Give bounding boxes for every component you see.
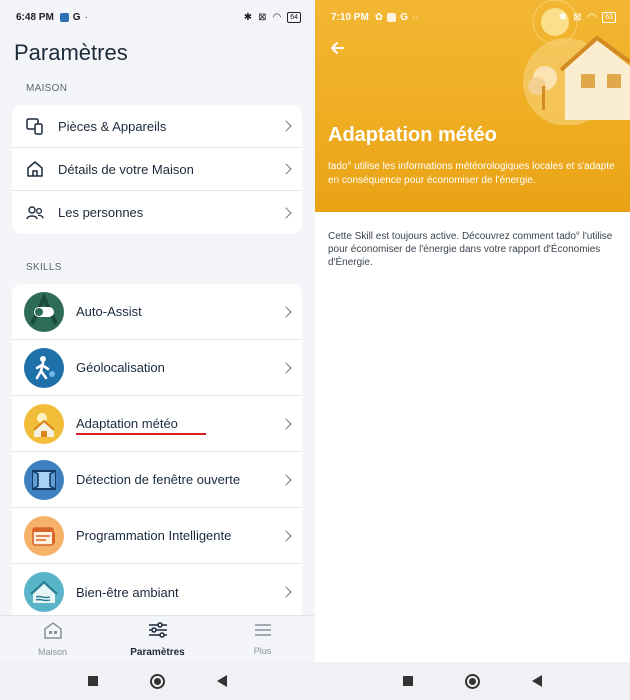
house-icon: [24, 158, 46, 180]
chevron-right-icon: [280, 361, 292, 374]
skill-label: Géolocalisation: [76, 360, 165, 375]
app-notification-icon: [59, 12, 69, 22]
weather-adaptation-icon: [24, 403, 64, 444]
house-tab-icon: [43, 621, 63, 644]
skill-item-auto-assist[interactable]: Auto-Assist: [12, 284, 302, 340]
chevron-right-icon: [280, 305, 292, 318]
skill-label: Auto-Assist: [76, 304, 142, 319]
open-window-icon: [24, 459, 64, 500]
chevron-right-icon: [280, 206, 292, 219]
skill-label: Bien-être ambiant: [76, 584, 179, 600]
home-button[interactable]: [150, 673, 165, 689]
status-notification-icons: G ·: [59, 11, 88, 23]
tab-label: Paramètres: [130, 646, 185, 658]
geolocation-icon: [24, 347, 64, 388]
chevron-right-icon: [280, 473, 292, 486]
tab-label: Maison: [37, 647, 67, 657]
status-system-icons: ✱ ⊠ ◠ 64: [243, 11, 301, 23]
skill-label: Adaptation météo: [76, 416, 178, 431]
people-icon: [24, 202, 46, 224]
maison-item-label: Détails de votre Maison: [58, 161, 194, 177]
status-bar: 6:48 PM G · ✱ ⊠ ◠ 64: [0, 0, 315, 34]
more-dots-icon: ··: [411, 11, 419, 23]
maison-item-label: Pièces & Appareils: [58, 118, 167, 134]
battery-icon: 63: [602, 11, 616, 23]
maison-item-label: Les personnes: [58, 205, 144, 220]
auto-assist-icon: [24, 291, 64, 332]
back-button[interactable]: [217, 675, 227, 687]
tab-maison[interactable]: Maison: [0, 616, 105, 662]
wifi-icon: ◠: [587, 11, 597, 23]
maison-item-home-details[interactable]: Détails de votre Maison: [12, 148, 302, 191]
recent-apps-button[interactable]: [88, 676, 98, 686]
chevron-right-icon: [280, 586, 292, 598]
status-notification-icons: ✿ G ··: [375, 12, 419, 23]
back-arrow-icon[interactable]: [329, 40, 345, 61]
skill-item-weather-adaptation[interactable]: Adaptation météo: [12, 396, 302, 452]
recent-apps-button[interactable]: [403, 676, 413, 686]
status-system-icons: ✱ ⊠ ◠ 63: [558, 11, 616, 23]
chevron-right-icon: [280, 120, 292, 132]
skill-label: Détection de fenêtre ouverte: [76, 472, 241, 487]
menu-tab-icon: [253, 622, 273, 643]
settings-screen: 6:48 PM G · ✱ ⊠ ◠ 64 Paramètres MAISON P…: [0, 0, 315, 700]
chevron-right-icon: [280, 417, 292, 430]
page-title: Adaptation météo: [328, 124, 497, 146]
skill-label: Programmation Intelligente: [76, 528, 232, 543]
skill-item-geolocation[interactable]: Géolocalisation: [12, 340, 302, 396]
section-label-skills: SKILLS: [26, 262, 62, 273]
skill-status-text: Cette Skill est toujours active. Découvr…: [328, 231, 613, 268]
maison-item-rooms-devices[interactable]: Pièces & Appareils: [12, 105, 302, 148]
hero-banner: 7:10 PM ✿ G ·· ✱ ⊠ ◠ 63 Adaptation météo…: [315, 0, 630, 212]
no-sim-icon: ⊠: [258, 11, 267, 23]
devices-icon: [24, 115, 46, 137]
settings-notification-icon: ✿: [374, 11, 384, 23]
page-title: Paramètres: [14, 40, 128, 65]
bluetooth-icon: ✱: [243, 11, 253, 23]
smart-schedule-icon: [24, 515, 64, 556]
skill-item-open-window-detection[interactable]: Détection de fenêtre ouverte: [12, 452, 302, 508]
home-button[interactable]: [465, 673, 480, 689]
system-nav-bar: [0, 662, 315, 700]
status-bar: 7:10 PM ✿ G ·· ✱ ⊠ ◠ 63: [315, 0, 630, 34]
tab-parametres[interactable]: Paramètres: [105, 616, 210, 662]
chevron-right-icon: [280, 163, 292, 175]
maison-item-people[interactable]: Les personnes: [12, 191, 302, 234]
bottom-tab-bar: Maison Paramètres Plus: [0, 615, 315, 662]
back-button[interactable]: [532, 675, 542, 687]
google-icon: G: [400, 11, 408, 23]
skills-card: Auto-Assist Géolocalisation Adaptation m…: [12, 284, 302, 620]
tab-plus[interactable]: Plus: [210, 616, 315, 662]
battery-icon: 64: [287, 11, 301, 23]
section-label-maison: MAISON: [26, 83, 68, 94]
sliders-tab-icon: [147, 621, 169, 644]
weather-adaptation-screen: 7:10 PM ✿ G ·· ✱ ⊠ ◠ 63 Adaptation météo…: [315, 0, 630, 700]
app-notification-icon: [387, 12, 397, 22]
chevron-right-icon: [280, 529, 292, 542]
no-sim-icon: ⊠: [573, 11, 582, 23]
system-nav-bar: [315, 662, 630, 700]
skill-item-smart-schedule[interactable]: Programmation Intelligente: [12, 508, 302, 564]
bluetooth-icon: ✱: [558, 11, 568, 23]
status-time: 6:48 PM: [16, 11, 54, 23]
maison-card: Pièces & Appareils Détails de votre Mais…: [12, 105, 302, 234]
ambient-comfort-icon: [24, 572, 64, 612]
skill-description: tado° utilise les informations météorolo…: [328, 161, 615, 186]
skill-item-ambient-comfort[interactable]: Bien-être ambiant: [12, 564, 302, 620]
status-time: 7:10 PM: [331, 11, 369, 23]
tab-label: Plus: [253, 646, 272, 656]
google-icon: G: [72, 11, 81, 23]
wifi-icon: ◠: [272, 11, 282, 23]
dot-icon: ·: [84, 11, 88, 23]
highlight-underline: [76, 433, 206, 435]
